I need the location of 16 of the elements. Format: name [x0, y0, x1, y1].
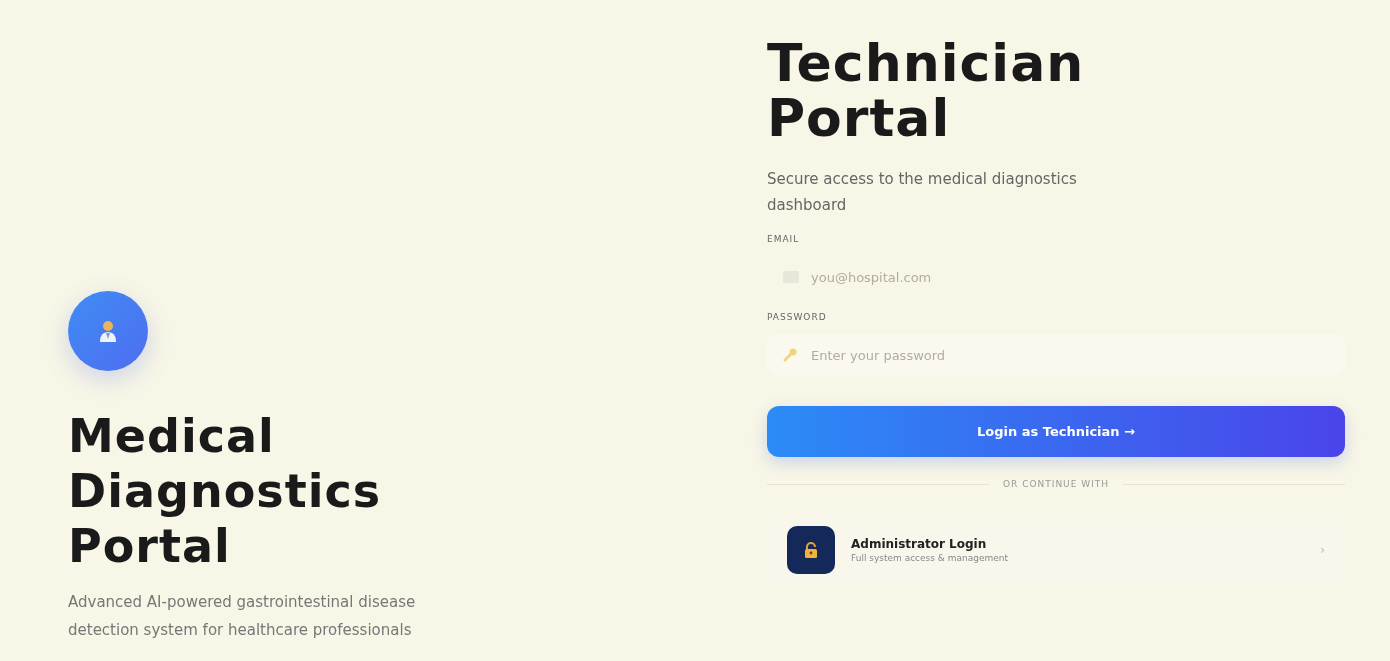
password-field[interactable]: Enter your password	[767, 334, 1345, 376]
doctor-icon	[98, 319, 118, 343]
admin-login-option[interactable]: Administrator Login Full system access & management ›	[767, 514, 1345, 586]
field-label: EMAIL	[767, 234, 800, 244]
option-description: Full system access & management	[851, 553, 1009, 563]
hero-subtitle: Advanced AI-powered gastrointestinal disease detection system for healthcare professionals	[68, 592, 417, 641]
login-subtitle: Secure access to the medical diagnostics dashboard	[767, 169, 1078, 216]
login-button[interactable]: Login as Technician →	[767, 406, 1345, 457]
chevron-icon: ›	[1320, 543, 1325, 557]
login-title: Technician Portal	[767, 36, 1086, 146]
divider-label: OR CONTINUE WITH	[1002, 479, 1110, 489]
lock-icon	[787, 526, 835, 574]
email-field[interactable]: you@hospital.com	[767, 256, 967, 298]
option-title: Administrator Login	[851, 537, 988, 551]
field-label: PASSWORD	[767, 312, 827, 322]
hero-title: Medical Diagnostics Portal	[68, 409, 383, 574]
